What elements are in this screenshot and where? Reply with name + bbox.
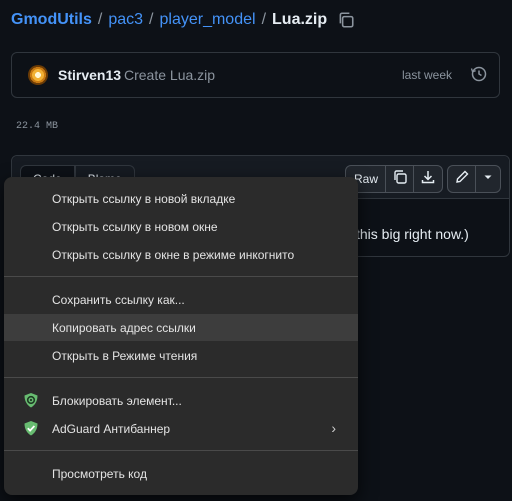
copy-icon	[392, 169, 408, 190]
avatar[interactable]	[28, 65, 48, 85]
menu-item-label: Просмотреть код	[52, 467, 147, 481]
menu-item-label: Открыть ссылку в окне в режиме инкогнито	[52, 248, 295, 262]
menu-item-label: Открыть в Режиме чтения	[52, 349, 198, 363]
menu-item-save-link-as[interactable]: Сохранить ссылку как...	[4, 286, 358, 313]
commit-author[interactable]: Stirven13	[58, 67, 121, 83]
menu-item-label: Копировать адрес ссылки	[52, 321, 196, 335]
breadcrumb: GmodUtils / pac3 / player_model / Lua.zi…	[11, 9, 355, 31]
chevron-down-icon	[482, 170, 494, 188]
menu-item-label: Открыть ссылку в новой вкладке	[52, 192, 236, 206]
breadcrumb-file-name: Lua.zip	[272, 11, 328, 28]
breadcrumb-separator: /	[97, 11, 103, 28]
breadcrumb-repo-link[interactable]: GmodUtils	[11, 11, 92, 29]
adguard-shield-icon	[23, 420, 39, 437]
edit-button[interactable]	[447, 165, 477, 193]
file-size: 22.4 MB	[16, 121, 59, 132]
menu-item-open-new-window[interactable]: Открыть ссылку в новом окне	[4, 213, 358, 240]
copy-icon[interactable]	[337, 11, 355, 29]
menu-item-label: Сохранить ссылку как...	[52, 293, 185, 307]
chevron-right-icon: ›	[331, 420, 336, 436]
menu-divider	[4, 276, 358, 277]
latest-commit-box: Stirven13 Create Lua.zip last week	[11, 52, 500, 98]
context-menu: Открыть ссылку в новой вкладке Открыть с…	[4, 177, 358, 495]
download-icon	[420, 169, 436, 190]
download-button[interactable]	[413, 165, 443, 193]
menu-divider	[4, 377, 358, 378]
menu-item-copy-link-address[interactable]: Копировать адрес ссылки	[4, 314, 358, 341]
history-icon[interactable]	[470, 65, 488, 83]
commit-time: last week	[402, 68, 453, 82]
breadcrumb-folder-pac3[interactable]: pac3	[108, 11, 143, 29]
breadcrumb-separator: /	[261, 11, 267, 28]
edit-dropdown-button[interactable]	[475, 165, 501, 193]
file-body-message: this big right now.)	[356, 226, 469, 242]
menu-item-open-reading-mode[interactable]: Открыть в Режиме чтения	[4, 342, 358, 369]
menu-item-open-new-tab[interactable]: Открыть ссылку в новой вкладке	[4, 185, 358, 212]
menu-item-inspect[interactable]: Просмотреть код	[4, 460, 358, 487]
menu-item-label: AdGuard Антибаннер	[52, 422, 171, 436]
menu-item-label: Блокировать элемент...	[52, 394, 182, 408]
breadcrumb-folder-player-model[interactable]: player_model	[160, 11, 256, 29]
menu-item-label: Открыть ссылку в новом окне	[52, 220, 218, 234]
commit-message[interactable]: Create Lua.zip	[124, 67, 215, 83]
menu-divider	[4, 450, 358, 451]
menu-item-open-incognito[interactable]: Открыть ссылку в окне в режиме инкогнито	[4, 241, 358, 268]
adguard-block-icon	[23, 392, 39, 409]
pencil-icon	[454, 169, 470, 190]
menu-item-block-element[interactable]: Блокировать элемент...	[4, 387, 358, 414]
copy-raw-button[interactable]	[385, 165, 415, 193]
menu-item-adguard-submenu[interactable]: AdGuard Антибаннер ›	[4, 415, 358, 442]
breadcrumb-separator: /	[149, 11, 154, 28]
